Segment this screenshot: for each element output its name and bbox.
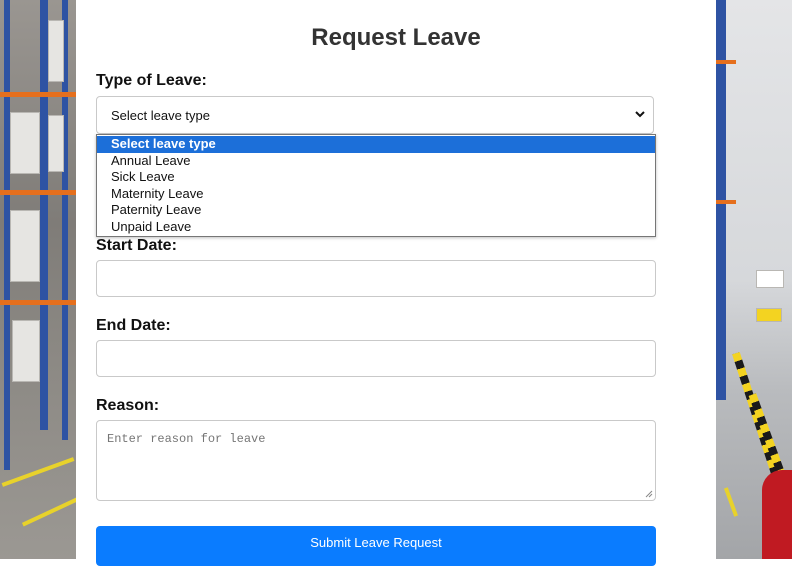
resize-grip-icon[interactable] bbox=[645, 490, 653, 498]
reason-placeholder: Enter reason for leave bbox=[107, 432, 266, 446]
leave-type-option[interactable]: Maternity Leave bbox=[97, 186, 655, 203]
reason-textarea[interactable]: Enter reason for leave bbox=[96, 420, 656, 501]
warehouse-photo-right bbox=[716, 0, 792, 559]
page-title: Request Leave bbox=[311, 24, 481, 51]
leave-type-selected-value: Select leave type bbox=[111, 108, 211, 123]
leave-type-select[interactable]: Select leave type bbox=[96, 96, 654, 134]
leave-request-form: Request Leave Type of Leave: Select leav… bbox=[76, 0, 716, 566]
warehouse-photo-left bbox=[0, 0, 76, 559]
leave-type-option[interactable]: Sick Leave bbox=[97, 169, 655, 186]
submit-leave-request-button[interactable]: Submit Leave Request bbox=[96, 526, 656, 566]
leave-type-option[interactable]: Paternity Leave bbox=[97, 202, 655, 219]
leave-type-option[interactable]: Annual Leave bbox=[97, 153, 655, 170]
end-date-label: End Date: bbox=[96, 317, 171, 334]
start-date-label: Start Date: bbox=[96, 237, 177, 254]
reason-label: Reason: bbox=[96, 397, 160, 414]
start-date-field[interactable] bbox=[96, 260, 656, 297]
chevron-down-icon bbox=[635, 111, 645, 118]
leave-type-option[interactable]: Unpaid Leave bbox=[97, 219, 655, 236]
leave-type-label: Type of Leave: bbox=[96, 72, 207, 89]
leave-type-dropdown: Select leave type Annual Leave Sick Leav… bbox=[96, 134, 656, 237]
end-date-field[interactable] bbox=[96, 340, 656, 377]
leave-type-option[interactable]: Select leave type bbox=[97, 136, 655, 153]
